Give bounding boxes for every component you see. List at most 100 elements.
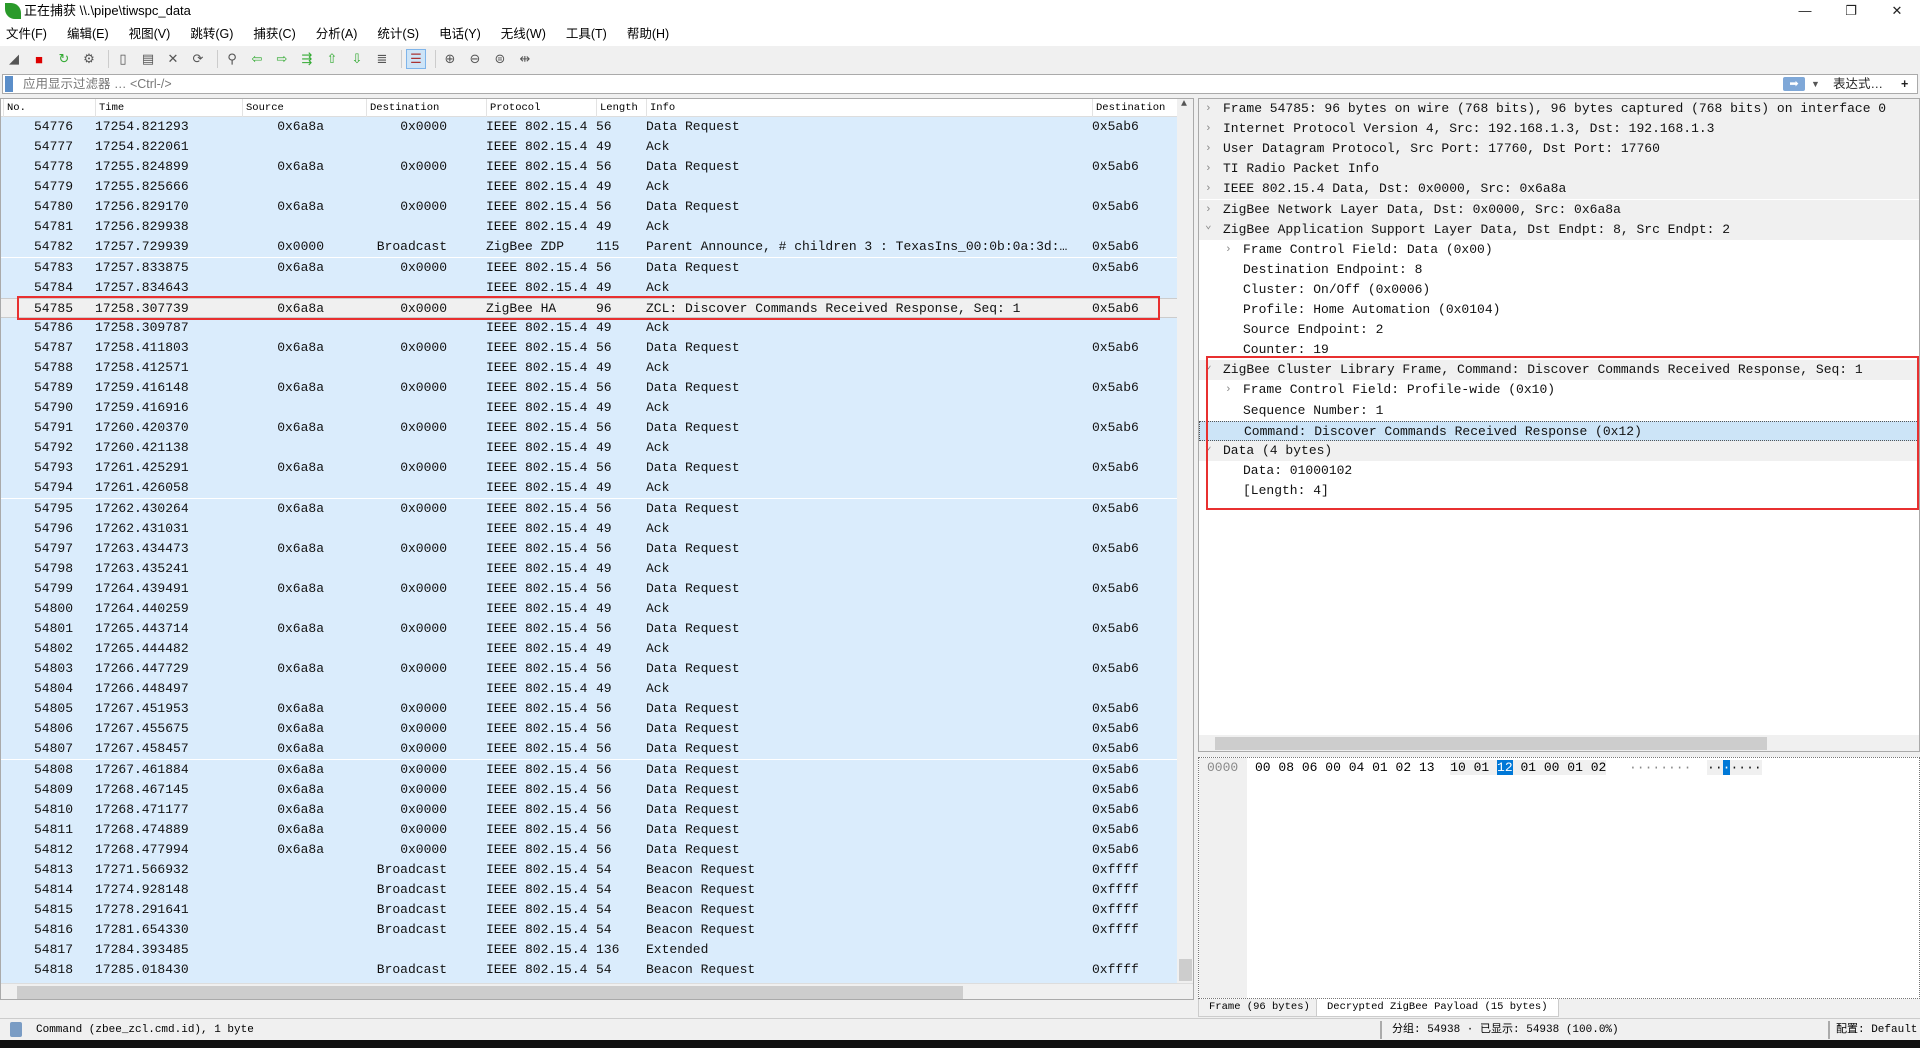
reload-file-icon[interactable]: ⟳ <box>188 49 208 69</box>
apply-filter-arrow-icon[interactable]: ➡ <box>1783 77 1805 91</box>
packet-row[interactable]: 54814 17274.928148 Broadcast IEEE 802.15.4 5… <box>1 880 1177 901</box>
packet-row[interactable]: 54786 17258.309787 IEEE 802.15.4 49 Ack <box>1 317 1177 338</box>
scroll-up-icon[interactable]: ▲ <box>1181 99 1187 110</box>
hex-bytes[interactable]: 00 08 06 00 04 01 02 13 10 01 12 01 00 0… <box>1255 758 1607 778</box>
scrollbar-thumb[interactable] <box>1179 959 1192 981</box>
packet-row[interactable]: 54809 17268.467145 0x6a8a 0x0000 IEEE 802.15… <box>1 779 1177 800</box>
packet-row[interactable]: 54796 17262.431031 IEEE 802.15.4 49 Ack <box>1 518 1177 539</box>
packet-list-horizontal-scrollbar[interactable] <box>1 983 1193 999</box>
packet-row[interactable]: 54799 17264.439491 0x6a8a 0x0000 IEEE 802.15… <box>1 578 1177 599</box>
scrollbar-thumb[interactable] <box>17 986 963 999</box>
hex-byte[interactable]: 00 <box>1255 760 1271 775</box>
packet-row[interactable]: 54800 17264.440259 IEEE 802.15.4 49 Ack <box>1 598 1177 619</box>
filter-dropdown-icon[interactable]: ▼ <box>1811 75 1820 93</box>
detail-tree-item[interactable]: ⌄ ZigBee Application Support Layer Data, … <box>1199 219 1919 240</box>
hex-byte[interactable]: 01 <box>1567 760 1583 775</box>
packet-row[interactable]: 54801 17265.443714 0x6a8a 0x0000 IEEE 802.15… <box>1 619 1177 639</box>
find-packet-icon[interactable]: ⚲ <box>222 49 242 69</box>
detail-tree-item[interactable]: › Frame Control Field: Data (0x00) <box>1199 240 1919 260</box>
packet-row[interactable]: 54807 17267.458457 0x6a8a 0x0000 IEEE 802.15… <box>1 739 1177 760</box>
menu-item[interactable]: 工具(T) <box>566 22 607 46</box>
close-button[interactable]: ✕ <box>1874 0 1920 22</box>
hex-byte[interactable]: 02 <box>1396 760 1412 775</box>
packet-row[interactable]: 54781 17256.829938 IEEE 802.15.4 49 Ack <box>1 217 1177 238</box>
hex-byte[interactable]: 13 <box>1419 760 1435 775</box>
packet-row[interactable]: 54794 17261.426058 IEEE 802.15.4 49 Ack <box>1 478 1177 499</box>
detail-tree-item[interactable]: › ZigBee Network Layer Data, Dst: 0x0000,… <box>1199 199 1919 220</box>
hex-byte[interactable]: 01 <box>1372 760 1388 775</box>
packet-row[interactable]: 54815 17278.291641 Broadcast IEEE 802.15.4 5… <box>1 900 1177 921</box>
zoom-out-icon[interactable]: ⊖ <box>465 49 485 69</box>
column-header[interactable]: No. <box>3 99 26 117</box>
packet-row[interactable]: 54803 17266.447729 0x6a8a 0x0000 IEEE 802.15… <box>1 659 1177 680</box>
menu-item[interactable]: 捕获(C) <box>253 22 295 46</box>
packet-row[interactable]: 54795 17262.430264 0x6a8a 0x0000 IEEE 802.15… <box>1 498 1177 519</box>
hex-ascii[interactable]: ········ ······· <box>1629 758 1762 778</box>
hex-byte[interactable]: 00 <box>1543 760 1560 775</box>
detail-tree-item[interactable]: Destination Endpoint: 8 <box>1199 260 1919 280</box>
detail-tree-item[interactable]: Cluster: On/Off (0x0006) <box>1199 280 1919 300</box>
packet-row[interactable]: 54782 17257.729939 0x0000 Broadcast ZigBee Z… <box>1 237 1177 258</box>
save-file-icon[interactable]: ▤ <box>138 49 158 69</box>
expression-button[interactable]: 表达式… <box>1833 75 1883 93</box>
go-first-icon[interactable]: ⇧ <box>322 49 342 69</box>
detail-tree-item[interactable]: › Internet Protocol Version 4, Src: 192.1… <box>1199 119 1919 140</box>
status-profile[interactable]: 配置: Default <box>1836 1019 1917 1041</box>
packet-row[interactable]: 54790 17259.416916 IEEE 802.15.4 49 Ack <box>1 398 1177 419</box>
packet-row[interactable]: 54780 17256.829170 0x6a8a 0x0000 IEEE 802.15… <box>1 197 1177 218</box>
go-forward-icon[interactable]: ⇨ <box>272 49 292 69</box>
detail-tree-item[interactable]: › User Datagram Protocol, Src Port: 17760… <box>1199 139 1919 160</box>
menu-item[interactable]: 分析(A) <box>316 22 358 46</box>
zoom-in-icon[interactable]: ⊕ <box>440 49 460 69</box>
hex-byte[interactable]: 06 <box>1302 760 1318 775</box>
packet-row[interactable]: 54804 17266.448497 IEEE 802.15.4 49 Ack <box>1 679 1177 700</box>
column-header[interactable]: Protocol <box>486 99 540 117</box>
packet-row[interactable]: 54797 17263.434473 0x6a8a 0x0000 IEEE 802.15… <box>1 538 1177 559</box>
hex-byte[interactable]: 12 <box>1497 760 1513 775</box>
detail-tree-item[interactable]: Profile: Home Automation (0x0104) <box>1199 300 1919 320</box>
menu-item[interactable]: 视图(V) <box>129 22 171 46</box>
column-header[interactable]: Length <box>596 99 638 117</box>
expand-chevron-right-icon[interactable]: › <box>1205 119 1212 139</box>
hex-byte[interactable]: 08 <box>1278 760 1294 775</box>
expand-chevron-right-icon[interactable]: › <box>1225 240 1232 260</box>
packet-row[interactable]: 54810 17268.471177 0x6a8a 0x0000 IEEE 802.15… <box>1 799 1177 820</box>
packet-row[interactable]: 54806 17267.455675 0x6a8a 0x0000 IEEE 802.15… <box>1 719 1177 740</box>
packet-row[interactable]: 54805 17267.451953 0x6a8a 0x0000 IEEE 802.15… <box>1 699 1177 720</box>
packet-row[interactable]: 54779 17255.825666 IEEE 802.15.4 49 Ack <box>1 177 1177 198</box>
packet-row[interactable]: 54812 17268.477994 0x6a8a 0x0000 IEEE 802.15… <box>1 839 1177 860</box>
expand-chevron-right-icon[interactable]: › <box>1205 99 1212 119</box>
packet-row[interactable]: 54784 17257.834643 IEEE 802.15.4 49 Ack <box>1 277 1177 298</box>
column-header[interactable]: Destination PA <box>1092 99 1177 132</box>
minimize-button[interactable]: — <box>1782 0 1828 22</box>
stop-capture-icon[interactable]: ■ <box>29 49 49 69</box>
menu-item[interactable]: 跳转(G) <box>190 22 233 46</box>
packet-row[interactable]: 54778 17255.824899 0x6a8a 0x0000 IEEE 802.15… <box>1 157 1177 178</box>
menu-item[interactable]: 电话(Y) <box>439 22 481 46</box>
details-horizontal-scrollbar[interactable] <box>1199 735 1919 751</box>
menu-item[interactable]: 帮助(H) <box>627 22 669 46</box>
packet-row[interactable]: 54787 17258.411803 0x6a8a 0x0000 IEEE 802.15… <box>1 337 1177 358</box>
column-header[interactable]: Source <box>242 99 284 117</box>
expand-chevron-right-icon[interactable]: › <box>1205 179 1212 199</box>
close-file-icon[interactable]: ✕ <box>163 49 183 69</box>
packet-row[interactable]: 54793 17261.425291 0x6a8a 0x0000 IEEE 802.15… <box>1 458 1177 479</box>
shark-fin-icon[interactable]: ◢ <box>4 49 24 69</box>
go-back-icon[interactable]: ⇦ <box>247 49 267 69</box>
hex-byte[interactable]: 04 <box>1349 760 1365 775</box>
display-filter-input[interactable]: 应用显示过滤器 … <Ctrl-/> <box>23 75 172 93</box>
packet-row[interactable]: 54808 17267.461884 0x6a8a 0x0000 IEEE 802.15… <box>1 759 1177 780</box>
packet-row[interactable]: 54776 17254.821293 0x6a8a 0x0000 IEEE 802.15… <box>1 117 1177 137</box>
hex-byte[interactable]: 10 <box>1450 760 1466 775</box>
colorize-icon[interactable]: ☰ <box>406 49 426 69</box>
packet-list-vertical-scrollbar[interactable]: ▲ <box>1177 99 1193 983</box>
restart-capture-icon[interactable]: ↻ <box>54 49 74 69</box>
detail-tree-item[interactable]: › IEEE 802.15.4 Data, Dst: 0x0000, Src: 0… <box>1199 179 1919 200</box>
packet-row[interactable]: 54777 17254.822061 IEEE 802.15.4 49 Ack <box>1 137 1177 158</box>
packet-row[interactable]: 54788 17258.412571 IEEE 802.15.4 49 Ack <box>1 357 1177 378</box>
scrollbar-thumb[interactable] <box>1215 737 1767 750</box>
packet-list[interactable]: No. Time Source Destination Protocol Length In… <box>0 98 1194 1000</box>
menu-item[interactable]: 编辑(E) <box>67 22 109 46</box>
packet-row[interactable]: 54791 17260.420370 0x6a8a 0x0000 IEEE 802.15… <box>1 418 1177 439</box>
column-header[interactable]: Time <box>95 99 124 117</box>
